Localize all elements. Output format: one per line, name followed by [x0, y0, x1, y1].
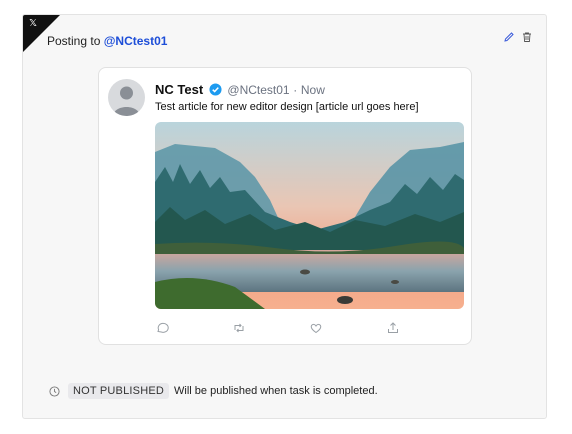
x-logo-icon: 𝕏	[29, 18, 38, 29]
share-icon[interactable]	[386, 321, 400, 335]
publish-status-row: NOT PUBLISHED Will be published when tas…	[49, 381, 378, 401]
reply-icon[interactable]	[155, 321, 169, 335]
tweet-timestamp: Now	[300, 83, 325, 97]
status-badge: NOT PUBLISHED	[68, 383, 170, 399]
tweet-text: Test article for new editor design [arti…	[155, 101, 419, 113]
pencil-icon[interactable]	[503, 31, 515, 43]
avatar	[108, 79, 145, 116]
tweet-actions	[155, 321, 464, 335]
posting-prefix: Posting to	[47, 34, 104, 48]
tweet-author-name: NC Test	[155, 82, 204, 97]
posting-handle-link[interactable]: @NCtest01	[104, 34, 168, 48]
tweet-header: NC Test @NCtest01 · Now	[155, 82, 325, 97]
default-avatar-icon	[113, 86, 140, 116]
retweet-icon[interactable]	[232, 321, 246, 335]
tweet-separator: ·	[293, 83, 298, 97]
tweet-author-handle: @NCtest01	[227, 83, 290, 97]
landscape-valley-river-image	[155, 122, 464, 309]
posting-to-line: Posting to @NCtest01	[47, 34, 167, 48]
tweet-preview: NC Test @NCtest01 · Now Test article for…	[98, 67, 472, 345]
like-icon[interactable]	[309, 321, 323, 335]
post-preview-card: 𝕏 Posting to @NCtest01 NC Test @NCtest01…	[22, 14, 547, 419]
trash-icon[interactable]	[521, 31, 533, 43]
status-message: Will be published when task is completed…	[174, 385, 378, 397]
verified-badge-icon	[209, 83, 222, 96]
clock-icon	[49, 385, 60, 397]
